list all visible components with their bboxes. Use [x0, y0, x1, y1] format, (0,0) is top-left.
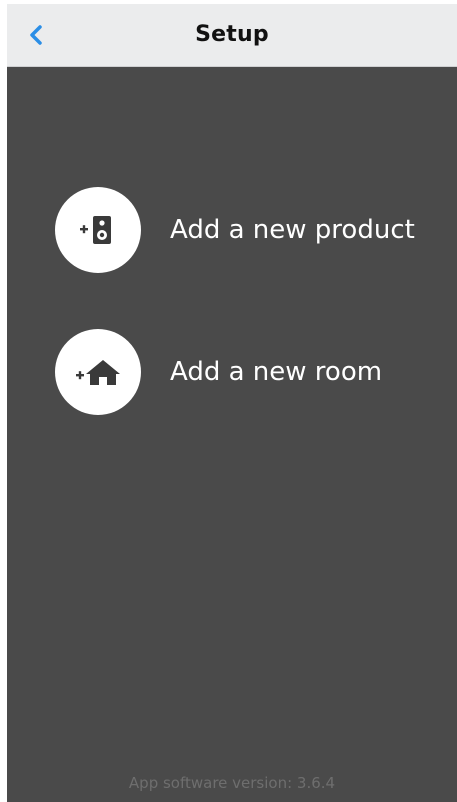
add-product-button[interactable]: Add a new product [55, 186, 415, 274]
add-product-label: Add a new product [170, 215, 415, 245]
setup-screen: Setup Add a new product Add a new room A… [7, 4, 457, 802]
navigation-bar: Setup [7, 4, 457, 67]
add-room-label: Add a new room [170, 357, 383, 387]
app-version-text: App software version: 3.6.4 [128, 774, 336, 792]
add-room-icon-circle[interactable] [55, 329, 141, 415]
add-speaker-icon [80, 216, 111, 244]
page-title: Setup [195, 22, 269, 47]
add-room-button[interactable]: Add a new room [55, 328, 382, 416]
add-product-icon-circle[interactable] [55, 187, 141, 273]
add-home-icon [76, 360, 120, 385]
